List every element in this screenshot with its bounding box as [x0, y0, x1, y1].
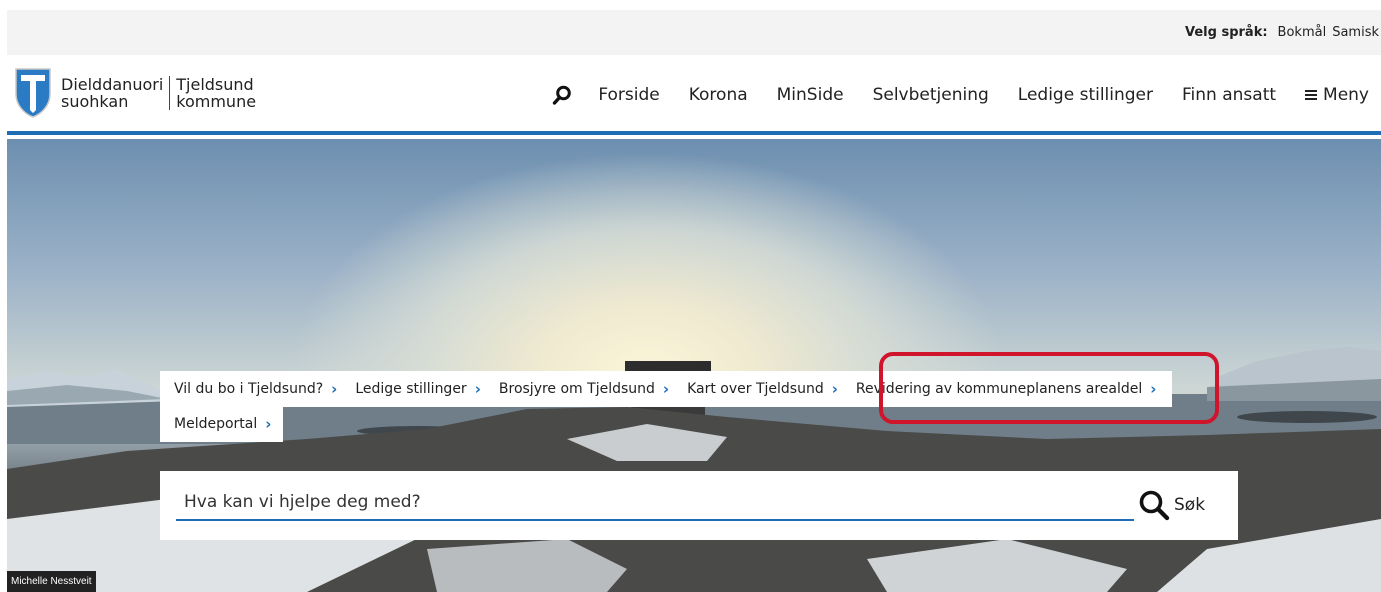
nav-item-finn-ansatt[interactable]: Finn ansatt	[1182, 85, 1276, 105]
chevron-right-icon: ›	[474, 380, 481, 398]
quick-link-brosjyre[interactable]: Brosjyre om Tjeldsund ›	[485, 380, 673, 398]
search-input[interactable]	[176, 485, 1134, 521]
chevron-right-icon: ›	[831, 380, 838, 398]
language-option-bokmal[interactable]: Bokmål	[1278, 25, 1327, 40]
nav-item-selvbetjening[interactable]: Selvbetjening	[873, 85, 989, 105]
nav-item-minside[interactable]: MinSide	[777, 85, 844, 105]
main-nav: Forside Korona MinSide Selvbetjening Led…	[552, 55, 1369, 135]
quick-link-kart[interactable]: Kart over Tjeldsund ›	[673, 380, 842, 398]
logo-text-kommune: kommune	[176, 92, 257, 111]
coat-of-arms-icon	[15, 68, 51, 118]
hero-banner: Vil du bo i Tjeldsund? › Ledige stillinge…	[7, 139, 1381, 592]
search-icon[interactable]	[552, 84, 574, 106]
menu-label: Meny	[1323, 85, 1369, 105]
chevron-right-icon: ›	[331, 380, 338, 398]
nav-item-korona[interactable]: Korona	[689, 85, 748, 105]
menu-button[interactable]: Meny	[1305, 85, 1369, 105]
logo-text-dielddanuori: Dielddanuori	[61, 75, 164, 94]
search-icon	[1139, 490, 1170, 521]
search-button[interactable]: Søk	[1138, 485, 1205, 525]
search-box: Søk	[160, 471, 1238, 540]
site-header: Dielddanuori suohkan Tjeldsund kommune F…	[7, 55, 1381, 135]
quick-link-vil-du-bo[interactable]: Vil du bo i Tjeldsund? ›	[160, 380, 341, 398]
hamburger-icon	[1305, 90, 1318, 100]
logo-text-suohkan: suohkan	[61, 92, 129, 111]
quick-link-meldeportal[interactable]: Meldeportal ›	[160, 415, 283, 433]
quick-links-row-2: Meldeportal ›	[160, 406, 284, 442]
search-button-label: Søk	[1174, 495, 1206, 515]
nav-item-ledige-stillinger[interactable]: Ledige stillinger	[1018, 85, 1153, 105]
logo-text-tjeldsund: Tjeldsund	[176, 75, 254, 94]
language-option-samisk[interactable]: Samisk	[1332, 25, 1379, 40]
photo-credit: Michelle Nesstveit	[7, 571, 96, 592]
language-label: Velg språk:	[1185, 25, 1268, 40]
nav-item-forside[interactable]: Forside	[598, 85, 659, 105]
chevron-right-icon: ›	[662, 380, 670, 398]
quick-link-ledige-stillinger[interactable]: Ledige stillinger ›	[341, 380, 485, 398]
language-bar: Velg språk: Bokmål Samisk	[7, 10, 1381, 55]
chevron-right-icon: ›	[265, 415, 272, 433]
site-logo[interactable]: Dielddanuori suohkan Tjeldsund kommune	[15, 68, 256, 118]
highlight-annotation	[879, 352, 1219, 424]
